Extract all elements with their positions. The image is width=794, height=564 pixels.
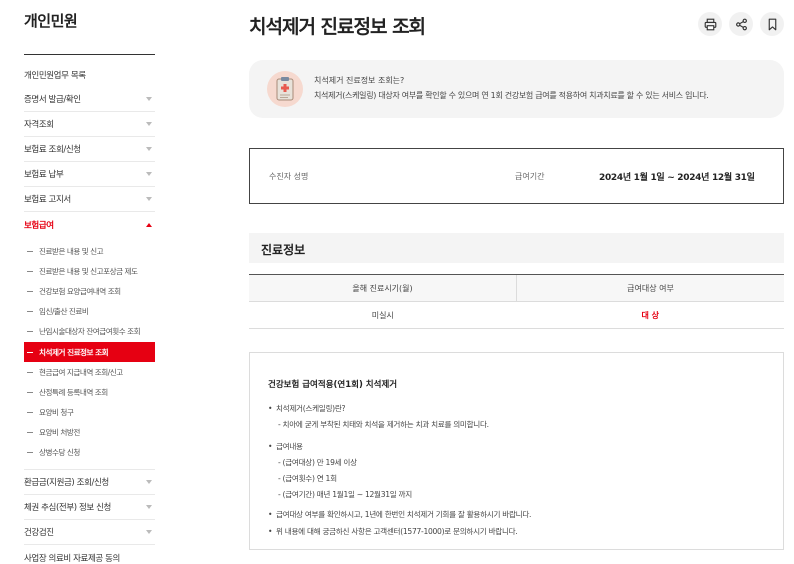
dash-icon — [27, 351, 33, 353]
chevron-up-icon — [146, 222, 152, 227]
sidebar-item-debt[interactable]: 체권 추심(전부) 정보 신청 — [24, 495, 155, 521]
dash-icon — [27, 432, 33, 434]
chevron-down-icon — [146, 172, 152, 176]
dash-icon — [27, 331, 33, 333]
patient-name-label: 수진자 성명 — [269, 172, 309, 181]
table-row: 미실시 대 상 — [249, 302, 784, 329]
sidebar-item-benefits[interactable]: 보험급여 — [24, 212, 155, 237]
sub-item[interactable]: 산정특례 등록내역 조회 — [24, 382, 155, 402]
share-icon — [735, 18, 747, 30]
sub-item[interactable]: 건강보험 요양급여내역 조회 — [24, 281, 155, 301]
sidebar-item-refund[interactable]: 환급금(지원금) 조회/신청 — [24, 470, 155, 496]
eligibility-status: 대 상 — [641, 310, 659, 320]
sidebar-item-list[interactable]: 개인민원업무 목록 — [24, 62, 155, 87]
chevron-down-icon — [146, 505, 152, 510]
sidebar-item-consent[interactable]: 사업장 의료비 자료제공 동의 — [24, 545, 155, 564]
chevron-down-icon — [146, 197, 152, 201]
bookmark-button[interactable] — [760, 12, 784, 36]
sidebar-item-qualification[interactable]: 자격조회 — [24, 112, 155, 137]
table-cell: 미실시 — [371, 310, 394, 320]
notice-bullet: 급여대상 여부를 확인하시고, 1년에 한번인 치석제거 기회를 잘 활용하시기… — [268, 509, 531, 520]
sidebar-item-premium-bill[interactable]: 보험료 고지서 — [24, 187, 155, 212]
column-header: 올해 진료시기(월) — [249, 275, 517, 301]
page-title: 치석제거 진료정보 조회 — [249, 16, 426, 38]
chevron-down-icon — [146, 122, 152, 126]
dash-icon — [27, 290, 33, 292]
sub-item[interactable]: 임신/출산 진료비 — [24, 302, 155, 322]
dash-icon — [27, 452, 33, 454]
notice-detail: - (급여횟수) 연 1회 — [278, 474, 337, 483]
sub-item-scaling-active[interactable]: 치석제거 진료정보 조회 — [24, 341, 155, 363]
sidebar-item-certificate[interactable]: 증명서 발급/확인 — [24, 87, 155, 112]
sidebar: 개인민원 개인민원업무 목록 증명서 발급/확인 자격조회 보험료 조회/신청 … — [0, 0, 178, 564]
sub-item[interactable]: 현금급여 지급내역 조회/신고 — [24, 362, 155, 382]
sidebar-item-checkup[interactable]: 건강검진 — [24, 520, 155, 546]
benefit-period-value: 2024년 1월 1일 ~ 2024년 12월 31일 — [599, 173, 755, 183]
notice-detail: - (급여기간) 매년 1월1일 ~ 12월31일 까지 — [278, 490, 412, 499]
section-header: 진료정보 — [249, 233, 784, 263]
section-title: 진료정보 — [261, 243, 306, 257]
column-header: 급여대상 여부 — [627, 283, 674, 293]
notice-bullet: 급여내용 — [268, 441, 303, 452]
sub-item[interactable]: 요양비 처방전 — [24, 423, 155, 443]
dash-icon — [27, 391, 33, 393]
notice-title: 건강보험 급여적용(연1회) 치석제거 — [268, 380, 398, 390]
sub-item[interactable]: 진료받은 내용 및 신고 — [24, 241, 155, 261]
service-info-box: 치석제거 진료정보 조회는? 치석제거(스케일링) 대상자 여부를 확인할 수 … — [249, 60, 784, 118]
print-button[interactable] — [698, 12, 722, 36]
sub-item[interactable]: 진료받은 내용 및 신고포상금 제도 — [24, 261, 155, 281]
treatment-table: 올해 진료시기(월) 급여대상 여부 미실시 대 상 — [249, 274, 784, 329]
dash-icon — [27, 412, 33, 414]
sub-item[interactable]: 상병수당 신청 — [24, 443, 155, 463]
chevron-down-icon — [146, 480, 152, 485]
notice-detail: - (급여대상) 만 19세 이상 — [278, 458, 357, 467]
notice-bullet: 위 내용에 대해 궁금하신 사항은 고객센터(1577-1000)로 문의하시기… — [268, 526, 518, 537]
sub-item[interactable]: 요양비 청구 — [24, 403, 155, 423]
table-header-row: 올해 진료시기(월) 급여대상 여부 — [249, 275, 784, 302]
sidebar-divider — [24, 54, 155, 55]
chevron-down-icon — [146, 530, 152, 535]
info-question: 치석제거 진료정보 조회는? — [314, 76, 405, 85]
print-icon — [704, 18, 716, 30]
summary-box: 수진자 성명 급여기간 2024년 1월 1일 ~ 2024년 12월 31일 — [249, 148, 784, 204]
sidebar-item-premium-inquiry[interactable]: 보험료 조회/신청 — [24, 137, 155, 162]
sub-item[interactable]: 난임시술대상자 잔여급여횟수 조회 — [24, 322, 155, 342]
bookmark-icon — [768, 18, 776, 30]
dash-icon — [27, 371, 33, 373]
share-button[interactable] — [729, 12, 753, 36]
dash-icon — [27, 250, 33, 252]
dash-icon — [27, 311, 33, 313]
page-tools — [698, 12, 784, 36]
notice-detail: - 치아에 굳게 부착된 치태와 치석을 제거하는 치과 치료를 의미합니다. — [278, 420, 489, 429]
benefit-period-label: 급여기간 — [515, 172, 545, 181]
notice-box: 건강보험 급여적용(연1회) 치석제거 치석제거(스케일링)란? - 치아에 굳… — [249, 352, 784, 550]
sidebar-title: 개인민원 — [24, 12, 78, 30]
info-answer: 치석제거(스케일링) 대상자 여부를 확인할 수 있으며 연 1회 건강보험 급… — [314, 91, 709, 100]
chevron-down-icon — [146, 97, 152, 101]
sidebar-menu: 개인민원업무 목록 증명서 발급/확인 자격조회 보험료 조회/신청 보험료 납… — [24, 62, 155, 564]
notice-bullet: 치석제거(스케일링)란? — [268, 403, 346, 414]
sidebar-item-premium-payment[interactable]: 보험료 납부 — [24, 162, 155, 187]
chevron-down-icon — [146, 147, 152, 151]
sidebar-submenu: 진료받은 내용 및 신고 진료받은 내용 및 신고포상금 제도 건강보험 요양급… — [24, 237, 155, 471]
dash-icon — [27, 270, 33, 272]
clipboard-medical-icon — [267, 71, 303, 107]
